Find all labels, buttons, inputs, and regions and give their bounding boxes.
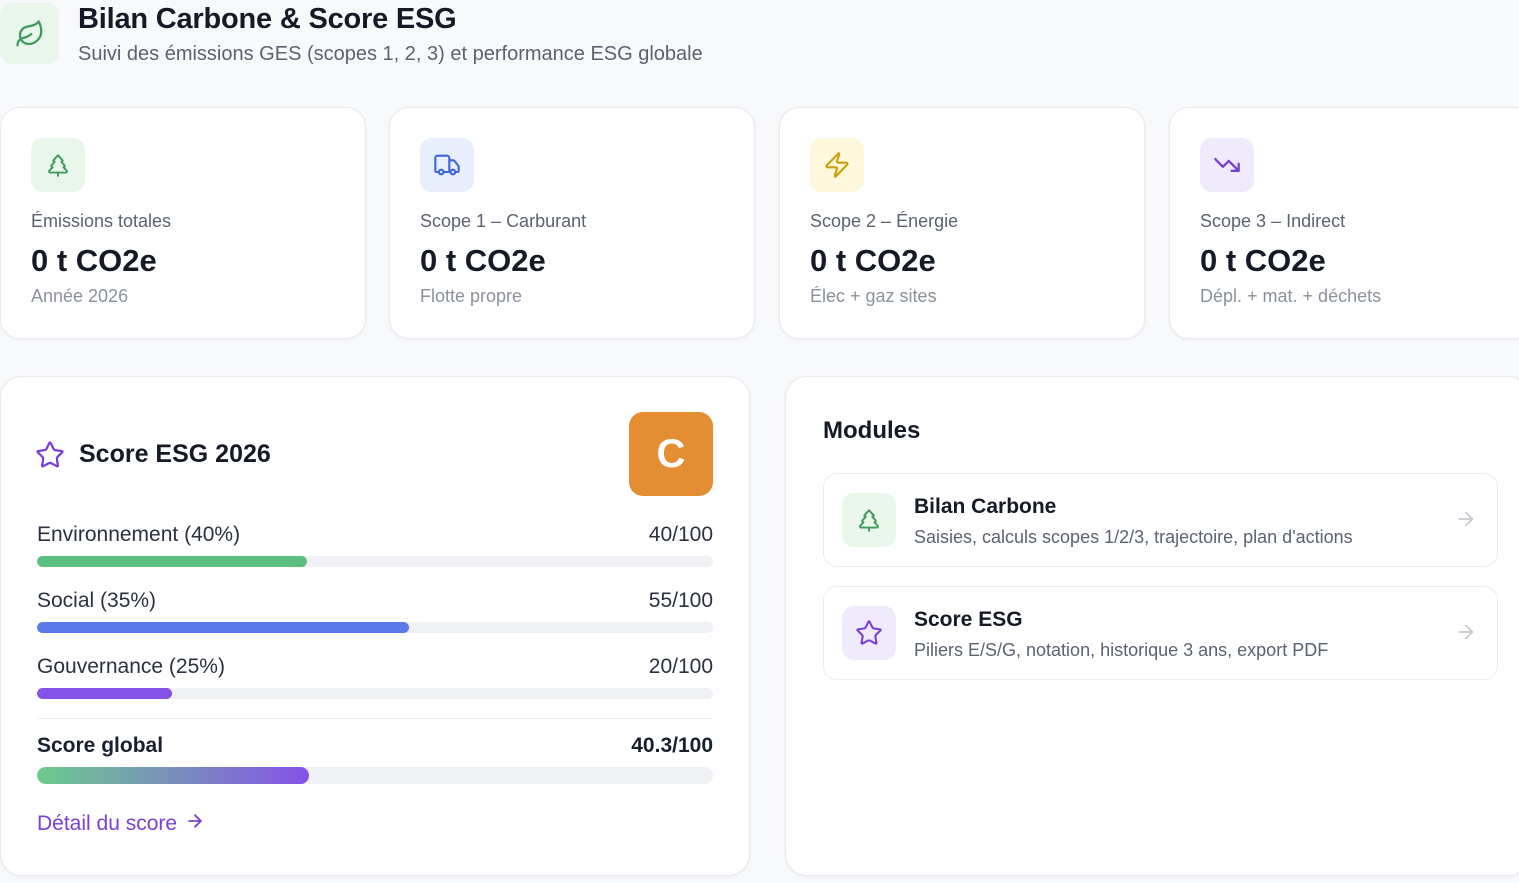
tree-icon — [842, 493, 896, 547]
leaf-icon — [0, 3, 59, 64]
progress-fill — [37, 556, 308, 567]
kpi-label: Émissions totales — [31, 211, 172, 231]
kpi-label: Scope 3 – Indirect — [1200, 211, 1346, 231]
score-detail-link[interactable]: Détail du score — [37, 811, 205, 837]
progress-fill — [37, 688, 173, 699]
arrow-right-icon — [1455, 508, 1477, 535]
progress-track — [37, 556, 713, 567]
global-score: Score global 40.3/100 — [37, 734, 713, 784]
pillar-value: 40/100 — [648, 523, 713, 546]
module-description: Piliers E/S/G, notation, historique 3 an… — [914, 640, 1329, 660]
kpi-subtext: Élec + gaz sites — [810, 286, 937, 306]
kpi-card-scope3: Scope 3 – Indirect 0 t CO2e Dépl. + mat.… — [1169, 107, 1519, 339]
module-score-esg[interactable]: Score ESG Piliers E/S/G, notation, histo… — [823, 586, 1498, 680]
pillar-governance: Gouvernance (25%) 20/100 — [37, 655, 713, 701]
module-bilan-carbone[interactable]: Bilan Carbone Saisies, calculs scopes 1/… — [823, 473, 1498, 567]
pillar-name: Gouvernance (25%) — [37, 655, 225, 678]
module-title: Bilan Carbone — [914, 495, 1057, 518]
kpi-card-scope1: Scope 1 – Carburant 0 t CO2e Flotte prop… — [389, 107, 755, 339]
bolt-icon — [810, 138, 864, 192]
esg-score-panel: Score ESG 2026 C Environnement (40%) 40/… — [0, 376, 750, 876]
progress-fill — [37, 767, 310, 784]
progress-track — [37, 767, 713, 784]
global-score-label: Score global — [37, 734, 164, 757]
kpi-subtext: Dépl. + mat. + déchets — [1200, 286, 1382, 306]
global-score-value: 40.3/100 — [631, 734, 713, 757]
trending-down-icon — [1200, 138, 1254, 192]
kpi-card-total: Émissions totales 0 t CO2e Année 2026 — [0, 107, 366, 339]
progress-fill — [37, 622, 409, 633]
truck-icon — [420, 138, 474, 192]
page-title: Bilan Carbone & Score ESG — [78, 3, 457, 35]
arrow-right-icon — [1455, 621, 1477, 648]
pillar-name: Social (35%) — [37, 589, 157, 612]
modules-panel: Modules Bilan Carbone Saisies, calculs s… — [785, 376, 1519, 876]
kpi-value: 0 t CO2e — [31, 243, 157, 278]
esg-score-title: Score ESG 2026 — [79, 440, 271, 468]
kpi-label: Scope 2 – Énergie — [810, 211, 959, 231]
pillar-environment: Environnement (40%) 40/100 — [37, 523, 713, 569]
kpi-subtext: Flotte propre — [420, 286, 523, 306]
progress-track — [37, 622, 713, 633]
kpi-label: Scope 1 – Carburant — [420, 211, 587, 231]
grade-badge: C — [629, 412, 713, 496]
pillar-value: 55/100 — [648, 589, 713, 612]
star-icon — [35, 440, 65, 475]
module-title: Score ESG — [914, 608, 1023, 631]
kpi-value: 0 t CO2e — [1200, 243, 1326, 278]
modules-title: Modules — [823, 417, 921, 444]
progress-track — [37, 688, 713, 699]
kpi-value: 0 t CO2e — [420, 243, 546, 278]
divider — [37, 718, 713, 719]
tree-icon — [31, 138, 85, 192]
pillar-name: Environnement (40%) — [37, 523, 241, 546]
page-subtitle: Suivi des émissions GES (scopes 1, 2, 3)… — [78, 43, 703, 65]
pillar-social: Social (35%) 55/100 — [37, 589, 713, 635]
star-icon — [842, 606, 896, 660]
kpi-subtext: Année 2026 — [31, 286, 129, 306]
score-detail-label: Détail du score — [37, 812, 178, 835]
kpi-card-scope2: Scope 2 – Énergie 0 t CO2e Élec + gaz si… — [779, 107, 1145, 339]
arrow-right-icon — [185, 811, 205, 837]
pillar-value: 20/100 — [648, 655, 713, 678]
module-description: Saisies, calculs scopes 1/2/3, trajectoi… — [914, 527, 1353, 547]
kpi-value: 0 t CO2e — [810, 243, 936, 278]
